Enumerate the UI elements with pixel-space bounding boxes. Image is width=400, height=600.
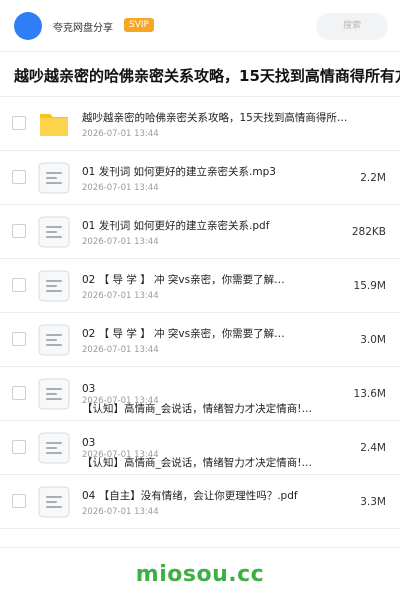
file-name: 越吵越亲密的哈佛亲密关系攻略，15天找到高情商得所… [82, 112, 348, 124]
file-name: 03 [82, 383, 96, 395]
document-icon [38, 162, 70, 194]
file-date: 2026-07-01 13:44 [82, 345, 159, 355]
file-name: 02 【 导 学 】 冲 突vs亲密，你需要了解… [82, 328, 285, 340]
file-row[interactable]: 04 【自主】没有情绪，会让你更理性吗？.pdf 2026-07-01 13:4… [0, 475, 400, 529]
avatar[interactable] [14, 12, 42, 40]
file-row[interactable]: 01 发刊词 如何更好的建立亲密关系.mp3 2026-07-01 13:44 … [0, 151, 400, 205]
document-icon [38, 378, 70, 410]
file-size: 2.4M [360, 442, 386, 454]
file-size: 13.6M [353, 388, 386, 400]
divider [0, 547, 400, 548]
row-checkbox[interactable] [12, 278, 26, 292]
file-date: 2026-07-01 13:44 [82, 129, 159, 139]
file-date: 2026-07-01 13:44 [82, 183, 159, 193]
file-list: 越吵越亲密的哈佛亲密关系攻略，15天找到高情商得所… 2026-07-01 13… [0, 97, 400, 529]
row-checkbox[interactable] [12, 386, 26, 400]
document-icon [38, 324, 70, 356]
file-row[interactable]: 01 发刊词 如何更好的建立亲密关系.pdf 2026-07-01 13:44 … [0, 205, 400, 259]
document-icon [38, 270, 70, 302]
watermark-text: miosou.cc [135, 562, 265, 587]
row-checkbox[interactable] [12, 494, 26, 508]
file-size: 3.0M [360, 334, 386, 346]
file-date: 2026-07-01 13:44 [82, 507, 159, 517]
row-checkbox[interactable] [12, 116, 26, 130]
document-icon [38, 486, 70, 518]
file-size: 2.2M [360, 172, 386, 184]
page-title: 越吵越亲密的哈佛亲密关系攻略，15天找到高情商得所有方 [14, 67, 400, 85]
file-name: 02 【 导 学 】 冲 突vs亲密，你需要了解… [82, 274, 285, 286]
row-checkbox[interactable] [12, 440, 26, 454]
file-name: 01 发刊词 如何更好的建立亲密关系.pdf [82, 220, 270, 232]
file-row[interactable]: 02 【 导 学 】 冲 突vs亲密，你需要了解… 2026-07-01 13:… [0, 259, 400, 313]
row-checkbox[interactable] [12, 332, 26, 346]
share-owner-name: 夸克网盘分享 [53, 23, 113, 34]
file-size: 282KB [351, 226, 386, 238]
file-date: 2026-07-01 13:44 [82, 237, 159, 247]
share-header: 夸克网盘分享 SVIP 搜索 [0, 0, 400, 52]
file-row[interactable]: 03 2026-07-01 13:44 【认知】高情商_会说话，情绪智力才决定情… [0, 421, 400, 475]
file-row[interactable]: 越吵越亲密的哈佛亲密关系攻略，15天找到高情商得所… 2026-07-01 13… [0, 97, 400, 151]
row-checkbox[interactable] [12, 170, 26, 184]
document-icon [38, 432, 70, 464]
file-row[interactable]: 03 2026-07-01 13:44 【认知】高情商_会说话，情绪智力才决定情… [0, 367, 400, 421]
file-name: 01 发刊词 如何更好的建立亲密关系.mp3 [82, 166, 276, 178]
file-name-continued: 【认知】高情商_会说话，情绪智力才决定情商!… [82, 403, 312, 415]
row-checkbox[interactable] [12, 224, 26, 238]
svip-badge: SVIP [124, 18, 154, 32]
file-name-continued: 【认知】高情商_会说话，情绪智力才决定情商!… [82, 457, 312, 469]
search-input[interactable]: 搜索 [316, 13, 388, 40]
file-date: 2026-07-01 13:44 [82, 291, 159, 301]
folder-icon [38, 108, 70, 140]
file-size: 3.3M [360, 496, 386, 508]
file-size: 15.9M [353, 280, 386, 292]
file-name: 04 【自主】没有情绪，会让你更理性吗？.pdf [82, 490, 298, 502]
file-name: 03 [82, 437, 96, 449]
document-icon [38, 216, 70, 248]
file-row[interactable]: 02 【 导 学 】 冲 突vs亲密，你需要了解… 2026-07-01 13:… [0, 313, 400, 367]
